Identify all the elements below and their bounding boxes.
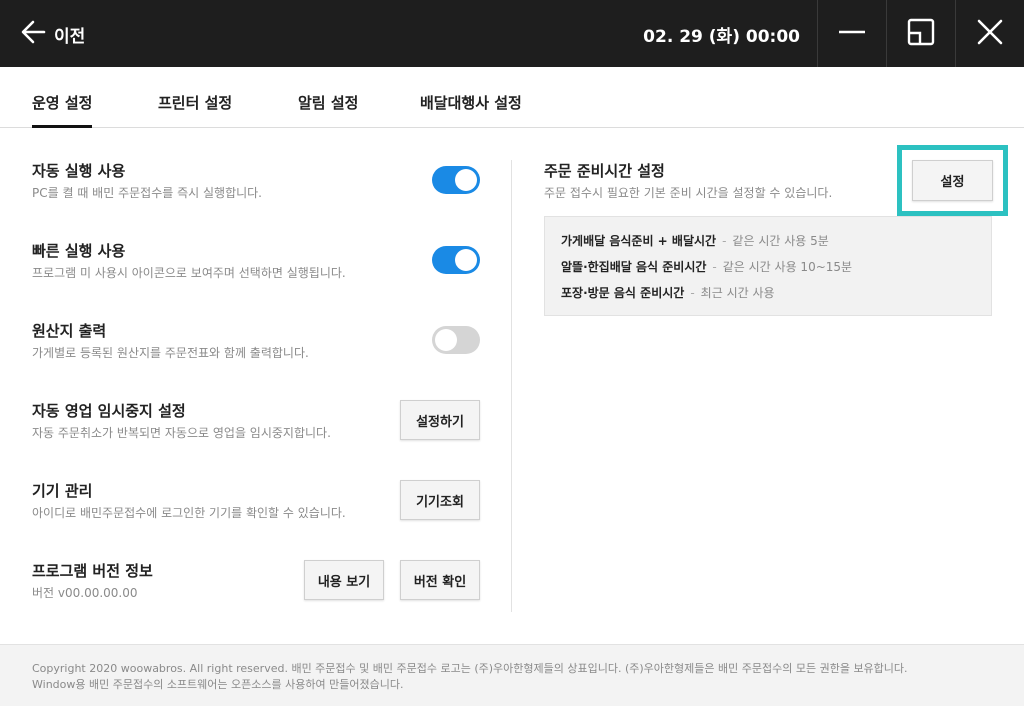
setting-origin-print: 원산지 출력 가게별로 등록된 원산지를 주문전표와 함께 출력합니다. [32,320,480,380]
setting-auto-run: 자동 실행 사용 PC를 켤 때 배민 주문접수를 즉시 실행합니다. [32,160,480,220]
prep-time-settings-button[interactable]: 설정 [912,160,993,201]
setting-title: 자동 실행 사용 [32,162,126,180]
setting-description: 자동 주문취소가 반복되면 자동으로 영업을 임시중지합니다. [32,426,331,440]
separator: - [712,260,717,274]
setting-description: 아이디로 배민주문접수에 로그인한 기기를 확인할 수 있습니다. [32,506,346,520]
tab-notification-settings[interactable]: 알림 설정 [298,92,358,113]
prep-time-label: 가게배달 음식준비 + 배달시간 [561,234,717,248]
prep-time-line: 가게배달 음식준비 + 배달시간 - 같은 시간 사용 5분 [561,232,829,249]
setting-description: 가게별로 등록된 원산지를 주문전표와 함께 출력합니다. [32,346,309,360]
restore-button[interactable] [886,0,955,67]
separator: - [722,234,727,248]
setting-title: 빠른 실행 사용 [32,242,126,260]
toggle-knob [455,169,477,191]
setting-quick-run: 빠른 실행 사용 프로그램 미 사용시 아이콘으로 보여주며 선택하면 실행됩니… [32,240,480,300]
tab-printer-settings[interactable]: 프린터 설정 [158,92,232,113]
back-button[interactable]: 이전 [20,18,85,50]
toggle-knob [455,249,477,271]
prep-time-info-box: 가게배달 음식준비 + 배달시간 - 같은 시간 사용 5분 알뜰·한집배달 음식 … [544,216,992,316]
toggle-knob [435,329,457,351]
minimize-button[interactable] [817,0,886,67]
copyright-text: Copyright 2020 woowabros. All right rese… [32,662,908,675]
close-icon [975,17,1005,51]
version-number: 버전 v00.00.00.00 [32,586,138,600]
setting-description: 프로그램 미 사용시 아이콘으로 보여주며 선택하면 실행됩니다. [32,266,346,280]
setting-title: 프로그램 버전 정보 [32,562,153,580]
datetime: 02. 29 (화) 00:00 [643,27,800,47]
tab-operation-settings[interactable]: 운영 설정 [32,92,93,128]
close-button[interactable] [955,0,1024,67]
column-divider [511,160,512,612]
restore-window-icon [906,17,936,51]
back-arrow-icon [20,19,46,49]
view-contents-button[interactable]: 내용 보기 [304,560,384,600]
separator: - [690,286,695,300]
quick-run-toggle[interactable] [432,246,480,274]
minimize-icon [837,17,867,51]
setting-title: 원산지 출력 [32,322,107,340]
auto-pause-settings-button[interactable]: 설정하기 [400,400,480,440]
open-source-notice: Window용 배민 주문접수의 소프트웨어는 오픈소스를 사용하여 만들어졌습… [32,678,404,691]
setting-title: 기기 관리 [32,482,93,500]
check-version-button[interactable]: 버전 확인 [400,560,480,600]
footer: Copyright 2020 woowabros. All right rese… [0,644,1024,706]
prep-time-label: 포장·방문 음식 준비시간 [561,286,685,300]
prep-time-value: 같은 시간 사용 5분 [732,234,829,248]
origin-print-toggle[interactable] [432,326,480,354]
setting-description: PC를 켤 때 배민 주문접수를 즉시 실행합니다. [32,186,262,200]
prep-time-value: 같은 시간 사용 10~15분 [722,260,853,274]
settings-tabs: 운영 설정 프린터 설정 알림 설정 배달대행사 설정 [0,67,1024,128]
device-lookup-button[interactable]: 기기조회 [400,480,480,520]
back-label: 이전 [54,26,86,47]
prep-time-description: 주문 접수시 필요한 기본 준비 시간을 설정할 수 있습니다. [544,186,833,200]
prep-time-line: 알뜰·한집배달 음식 준비시간 - 같은 시간 사용 10~15분 [561,258,852,275]
tab-delivery-agency-settings[interactable]: 배달대행사 설정 [420,92,522,113]
auto-run-toggle[interactable] [432,166,480,194]
prep-time-line: 포장·방문 음식 준비시간 - 최근 시간 사용 [561,284,775,301]
setting-title: 자동 영업 임시중지 설정 [32,402,186,420]
title-bar: 이전 02. 29 (화) 00:00 [0,0,1024,67]
prep-time-title: 주문 준비시간 설정 [544,162,665,180]
prep-time-value: 최근 시간 사용 [700,286,775,300]
prep-time-label: 알뜰·한집배달 음식 준비시간 [561,260,707,274]
